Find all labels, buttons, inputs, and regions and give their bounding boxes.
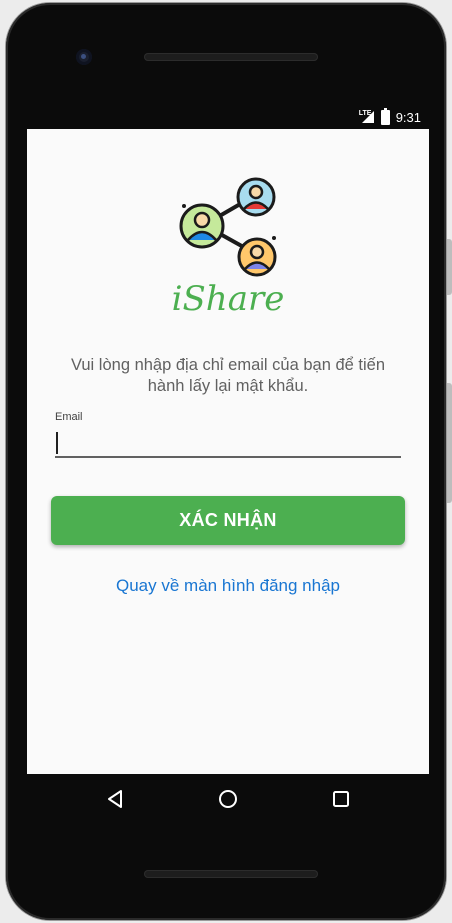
earpiece-speaker [144,53,318,61]
system-navigation-bar [27,774,429,824]
circle-home-icon [219,790,237,808]
text-cursor [56,432,58,454]
square-recents-icon [333,791,349,807]
back-to-login-link[interactable]: Quay về màn hình đăng nhập [27,576,429,596]
bottom-speaker [144,870,318,878]
nav-home-button[interactable] [213,784,243,814]
email-field-label: Email [55,411,83,423]
app-brand-name: iShare [171,279,285,319]
instruction-text: Vui lòng nhập địa chỉ email của bạn để t… [70,356,386,395]
forgot-password-screen: iShare Vui lòng nhập địa chỉ email của b… [27,129,429,774]
triangle-back-icon [108,790,122,808]
nav-back-button[interactable] [101,784,131,814]
status-bar: LTE 9:31 [21,105,429,129]
share-network-people-icon [176,176,280,280]
nav-recents-button[interactable] [326,784,356,814]
battery-icon [380,107,390,125]
volume-button[interactable] [447,383,452,503]
front-camera [76,49,92,65]
confirm-button[interactable]: XÁC NHẬN [51,496,405,545]
lte-signal-icon: LTE [359,110,375,124]
email-field[interactable] [55,428,401,458]
power-button[interactable] [447,239,452,295]
status-time: 9:31 [395,109,421,125]
